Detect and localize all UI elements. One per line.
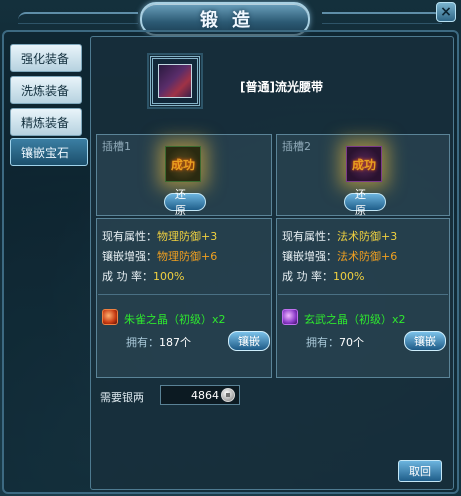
tab-wash-equipment[interactable]: 洗炼装备: [10, 76, 82, 104]
slot1-material-name: 朱雀之晶（初级）x2: [124, 313, 226, 326]
slot1-divider: [98, 294, 270, 295]
tab-enhance-equipment[interactable]: 强化装备: [10, 44, 82, 72]
cost-label: 需要银两: [100, 391, 144, 404]
button-label: 取回: [409, 465, 431, 478]
slot1-title: 插槽1: [102, 140, 131, 153]
tab-label: 洗炼装备: [21, 83, 70, 98]
slot2-attr-current: 现有属性：法术防御+3: [282, 228, 397, 244]
attr-value: 法术防御+6: [337, 250, 398, 263]
slot2-restore-button[interactable]: 还原: [344, 188, 386, 217]
slot1-attr-rate: 成 功 率：100%: [102, 268, 184, 284]
attr-value: 物理防御+3: [157, 230, 218, 243]
attr-value: 100%: [333, 270, 365, 283]
owned-value: 70个: [339, 336, 364, 349]
attr-key: 成 功 率：: [282, 270, 333, 283]
window-title-text: 锻造: [200, 10, 264, 31]
slot2-gem[interactable]: 成功: [346, 146, 382, 182]
red-crystal-icon: [102, 309, 118, 325]
close-button[interactable]: ×: [436, 2, 456, 22]
purple-belt-icon: [158, 64, 192, 98]
tab-label: 精炼装备: [21, 115, 70, 130]
slot1-embed-button[interactable]: 镶嵌: [228, 331, 270, 351]
slot2-divider: [278, 294, 448, 295]
retrieve-button[interactable]: 取回: [398, 460, 442, 482]
owned-label: 拥有：: [126, 336, 159, 349]
button-label: 还原: [355, 188, 366, 217]
tab-inlay-gems[interactable]: 镶嵌宝石: [10, 138, 88, 166]
slot1-restore-button[interactable]: 还原: [164, 188, 206, 217]
owned-label: 拥有：: [306, 336, 339, 349]
equipment-slot[interactable]: [147, 53, 203, 109]
cost-value: 4864: [191, 388, 219, 402]
slot1-attr-current: 现有属性：物理防御+3: [102, 228, 217, 244]
button-label: 镶嵌: [238, 335, 260, 348]
owned-value: 187个: [159, 336, 191, 349]
tab-refine-equipment[interactable]: 精炼装备: [10, 108, 82, 136]
title-ornament-right: [322, 12, 442, 24]
attr-key: 镶嵌增强：: [102, 250, 157, 263]
slot2-embed-button[interactable]: 镶嵌: [404, 331, 446, 351]
slot2-title: 插槽2: [282, 140, 311, 153]
slot1-attr-enhance: 镶嵌增强：物理防御+6: [102, 248, 217, 264]
button-label: 镶嵌: [414, 335, 436, 348]
slot1-owned: 拥有：187个: [126, 334, 191, 350]
close-icon: ×: [440, 4, 452, 20]
attr-key: 现有属性：: [282, 230, 337, 243]
attr-value: 100%: [153, 270, 185, 283]
slot2-material-name: 玄武之晶（初级）x2: [304, 313, 406, 326]
equipment-name: [普通]流光腰带: [240, 80, 323, 94]
success-seal-icon: 成功: [170, 157, 195, 172]
slot1-gem[interactable]: 成功: [165, 146, 201, 182]
tab-label: 强化装备: [21, 51, 70, 66]
button-label: 还原: [175, 188, 186, 217]
slot2-attr-rate: 成 功 率：100%: [282, 268, 364, 284]
attr-key: 现有属性：: [102, 230, 157, 243]
slot2-attr-enhance: 镶嵌增强：法术防御+6: [282, 248, 397, 264]
tab-label: 镶嵌宝石: [21, 145, 70, 160]
slot2-owned: 拥有：70个: [306, 334, 364, 350]
attr-value: 物理防御+6: [157, 250, 218, 263]
silver-coin-icon: [221, 388, 235, 402]
attr-key: 成 功 率：: [102, 270, 153, 283]
success-seal-icon: 成功: [351, 157, 376, 172]
purple-crystal-icon: [282, 309, 298, 325]
attr-value: 法术防御+3: [337, 230, 398, 243]
title-ornament-left: [18, 12, 138, 24]
attr-key: 镶嵌增强：: [282, 250, 337, 263]
